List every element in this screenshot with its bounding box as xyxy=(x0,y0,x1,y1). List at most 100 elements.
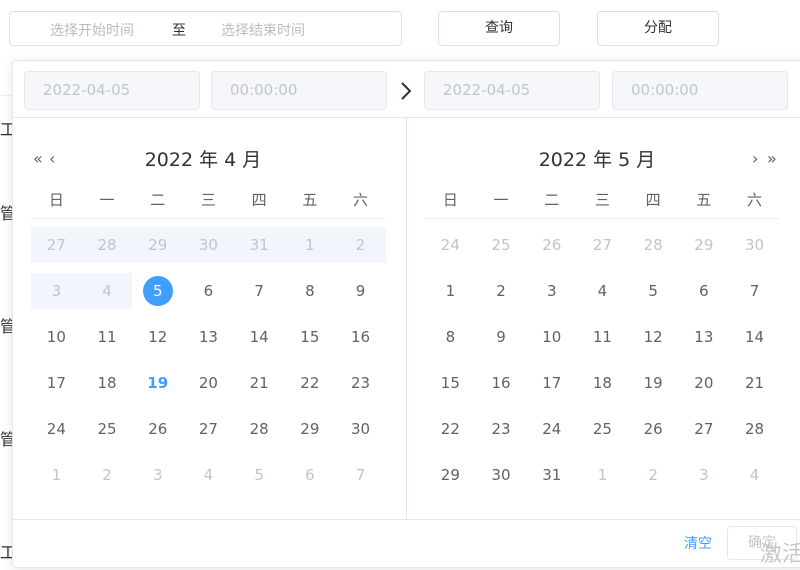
calendar-day[interactable]: 1 xyxy=(425,273,476,309)
calendar-day[interactable]: 4 xyxy=(82,273,133,309)
calendar-day[interactable]: 4 xyxy=(729,457,780,493)
calendar-day[interactable]: 3 xyxy=(679,457,730,493)
calendar-day[interactable]: 18 xyxy=(577,365,628,401)
calendar-day[interactable]: 6 xyxy=(285,457,336,493)
calendar-day[interactable]: 8 xyxy=(285,273,336,309)
calendar-day[interactable]: 10 xyxy=(526,319,577,355)
calendar-day[interactable]: 21 xyxy=(729,365,780,401)
calendar-day[interactable]: 23 xyxy=(476,411,527,447)
calendar-day[interactable]: 17 xyxy=(31,365,82,401)
calendar-day[interactable]: 11 xyxy=(577,319,628,355)
calendar-day[interactable]: 25 xyxy=(577,411,628,447)
calendar-day[interactable]: 10 xyxy=(31,319,82,355)
calendar-day[interactable]: 23 xyxy=(335,365,386,401)
weekday-label: 三 xyxy=(200,191,216,209)
calendar-day[interactable]: 29 xyxy=(679,227,730,263)
calendar-day[interactable]: 1 xyxy=(31,457,82,493)
calendar-day-today[interactable]: 19 xyxy=(132,365,183,401)
calendar-day[interactable]: 30 xyxy=(476,457,527,493)
calendar-day[interactable]: 29 xyxy=(425,457,476,493)
calendar-day[interactable]: 3 xyxy=(526,273,577,309)
calendar-day[interactable]: 24 xyxy=(526,411,577,447)
calendar-day[interactable]: 30 xyxy=(729,227,780,263)
calendar-day[interactable]: 4 xyxy=(183,457,234,493)
calendar-day[interactable]: 15 xyxy=(425,365,476,401)
calendar-day[interactable]: 26 xyxy=(526,227,577,263)
calendar-day[interactable]: 27 xyxy=(577,227,628,263)
calendar-day[interactable]: 18 xyxy=(82,365,133,401)
calendar-title: 2022 年 4 月 xyxy=(144,149,262,171)
calendar-day[interactable]: 22 xyxy=(285,365,336,401)
calendar-day[interactable]: 28 xyxy=(729,411,780,447)
calendar-day[interactable]: 29 xyxy=(132,227,183,263)
start-date-field[interactable]: 2022-04-05 xyxy=(24,71,200,110)
calendar-day[interactable]: 25 xyxy=(476,227,527,263)
calendar-day[interactable]: 14 xyxy=(729,319,780,355)
calendar-day[interactable]: 26 xyxy=(628,411,679,447)
calendar-day[interactable]: 3 xyxy=(132,457,183,493)
selected-day-label: 5 xyxy=(142,276,173,306)
next-month-icon[interactable]: › xyxy=(752,149,758,168)
calendar-day[interactable]: 27 xyxy=(183,411,234,447)
calendar-day[interactable]: 7 xyxy=(335,457,386,493)
start-time-field[interactable]: 00:00:00 xyxy=(211,71,387,110)
calendar-day[interactable]: 9 xyxy=(335,273,386,309)
calendar-day[interactable]: 6 xyxy=(183,273,234,309)
calendar-day[interactable]: 24 xyxy=(31,411,82,447)
calendar-day[interactable]: 4 xyxy=(577,273,628,309)
next-year-icon[interactable]: » xyxy=(767,149,777,168)
assign-button[interactable]: 分配 xyxy=(597,11,719,46)
calendar-day[interactable]: 8 xyxy=(425,319,476,355)
calendar-day[interactable]: 27 xyxy=(679,411,730,447)
calendar-day[interactable]: 12 xyxy=(132,319,183,355)
clear-button[interactable]: 清空 xyxy=(684,533,712,553)
calendar-day[interactable]: 7 xyxy=(234,273,285,309)
calendar-day[interactable]: 2 xyxy=(82,457,133,493)
calendar-day[interactable]: 20 xyxy=(679,365,730,401)
weekday-label: 二 xyxy=(150,191,166,209)
calendar-day[interactable]: 31 xyxy=(234,227,285,263)
calendar-day[interactable]: 26 xyxy=(132,411,183,447)
calendar-day[interactable]: 27 xyxy=(31,227,82,263)
calendar-day[interactable]: 28 xyxy=(234,411,285,447)
calendar-day[interactable]: 1 xyxy=(285,227,336,263)
calendar-day[interactable]: 28 xyxy=(82,227,133,263)
weekday-label: 六 xyxy=(747,191,763,209)
calendar-day[interactable]: 28 xyxy=(628,227,679,263)
calendar-day[interactable]: 25 xyxy=(82,411,133,447)
calendar-day[interactable]: 7 xyxy=(729,273,780,309)
query-button[interactable]: 查询 xyxy=(438,11,560,46)
calendar-day[interactable]: 13 xyxy=(183,319,234,355)
calendar-day[interactable]: 19 xyxy=(628,365,679,401)
calendar-day[interactable]: 1 xyxy=(577,457,628,493)
calendar-day[interactable]: 24 xyxy=(425,227,476,263)
weekday-label: 日 xyxy=(442,191,458,209)
calendar-day[interactable]: 14 xyxy=(234,319,285,355)
calendar-day[interactable]: 16 xyxy=(335,319,386,355)
calendar-day[interactable]: 5 xyxy=(628,273,679,309)
calendar-day[interactable]: 12 xyxy=(628,319,679,355)
calendar-day[interactable]: 20 xyxy=(183,365,234,401)
calendar-day[interactable]: 17 xyxy=(526,365,577,401)
calendar-day[interactable]: 15 xyxy=(285,319,336,355)
calendar-day[interactable]: 22 xyxy=(425,411,476,447)
calendar-day[interactable]: 3 xyxy=(31,273,82,309)
calendar-day-selected[interactable]: 5 xyxy=(132,273,183,309)
end-date-field[interactable]: 2022-04-05 xyxy=(424,71,600,110)
calendar-day[interactable]: 13 xyxy=(679,319,730,355)
calendar-day[interactable]: 2 xyxy=(335,227,386,263)
calendar-day[interactable]: 31 xyxy=(526,457,577,493)
calendar-day[interactable]: 21 xyxy=(234,365,285,401)
calendar-day[interactable]: 11 xyxy=(82,319,133,355)
end-time-field[interactable]: 00:00:00 xyxy=(612,71,788,110)
calendar-day[interactable]: 16 xyxy=(476,365,527,401)
calendar-day[interactable]: 30 xyxy=(183,227,234,263)
calendar-day[interactable]: 9 xyxy=(476,319,527,355)
date-range-input[interactable]: 选择开始时间 至 选择结束时间 xyxy=(9,11,402,46)
calendar-day[interactable]: 30 xyxy=(335,411,386,447)
calendar-day[interactable]: 5 xyxy=(234,457,285,493)
calendar-day[interactable]: 2 xyxy=(476,273,527,309)
calendar-day[interactable]: 6 xyxy=(679,273,730,309)
calendar-day[interactable]: 2 xyxy=(628,457,679,493)
calendar-day[interactable]: 29 xyxy=(285,411,336,447)
